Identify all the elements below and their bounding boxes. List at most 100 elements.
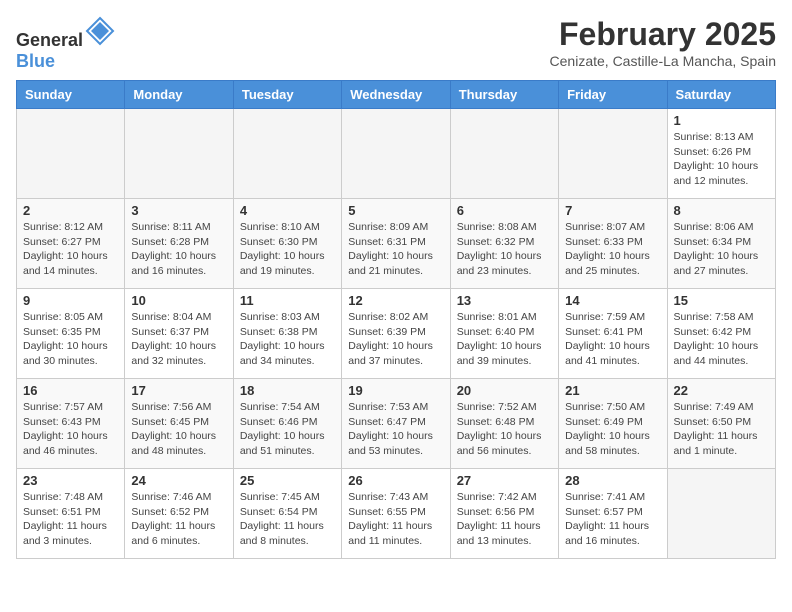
calendar-cell: 10Sunrise: 8:04 AM Sunset: 6:37 PM Dayli…: [125, 289, 233, 379]
day-info: Sunrise: 7:58 AM Sunset: 6:42 PM Dayligh…: [674, 310, 769, 369]
day-info: Sunrise: 8:10 AM Sunset: 6:30 PM Dayligh…: [240, 220, 335, 279]
calendar-cell: 6Sunrise: 8:08 AM Sunset: 6:32 PM Daylig…: [450, 199, 558, 289]
day-number: 1: [674, 113, 769, 128]
calendar-week-0: 1 Sunrise: 8:13 AM Sunset: 6:26 PM Daylig…: [17, 109, 776, 199]
calendar-header-friday: Friday: [559, 81, 667, 109]
calendar-cell: [17, 109, 125, 199]
calendar-week-4: 23 Sunrise: 7:48 AM Sunset: 6:51 PM Dayli…: [17, 469, 776, 559]
day-number: 4: [240, 203, 335, 218]
day-number: 12: [348, 293, 443, 308]
day-info: Sunrise: 7:53 AM Sunset: 6:47 PM Dayligh…: [348, 400, 443, 459]
calendar-cell: 15 Sunrise: 7:58 AM Sunset: 6:42 PM Dayli…: [667, 289, 775, 379]
calendar-cell: 26 Sunrise: 7:43 AM Sunset: 6:55 PM Dayli…: [342, 469, 450, 559]
page-header: General Blue February 2025 Cenizate, Cas…: [16, 16, 776, 72]
day-number: 28: [565, 473, 660, 488]
calendar-cell: [342, 109, 450, 199]
day-number: 9: [23, 293, 118, 308]
day-info: Sunrise: 7:54 AM Sunset: 6:46 PM Dayligh…: [240, 400, 335, 459]
day-number: 8: [674, 203, 769, 218]
day-number: 11: [240, 293, 335, 308]
logo-icon: [85, 16, 115, 46]
day-info: Sunrise: 8:12 AM Sunset: 6:27 PM Dayligh…: [23, 220, 118, 279]
calendar-cell: 20 Sunrise: 7:52 AM Sunset: 6:48 PM Dayli…: [450, 379, 558, 469]
day-info: Sunrise: 7:42 AM Sunset: 6:56 PM Dayligh…: [457, 490, 552, 549]
day-info: Sunrise: 7:43 AM Sunset: 6:55 PM Dayligh…: [348, 490, 443, 549]
calendar-cell: 12 Sunrise: 8:02 AM Sunset: 6:39 PM Dayli…: [342, 289, 450, 379]
day-number: 7: [565, 203, 660, 218]
day-info: Sunrise: 8:06 AM Sunset: 6:34 PM Dayligh…: [674, 220, 769, 279]
calendar-table: SundayMondayTuesdayWednesdayThursdayFrid…: [16, 80, 776, 559]
day-info: Sunrise: 8:13 AM Sunset: 6:26 PM Dayligh…: [674, 130, 769, 189]
day-number: 16: [23, 383, 118, 398]
day-info: Sunrise: 7:50 AM Sunset: 6:49 PM Dayligh…: [565, 400, 660, 459]
calendar-cell: 21Sunrise: 7:50 AM Sunset: 6:49 PM Dayli…: [559, 379, 667, 469]
calendar-cell: [125, 109, 233, 199]
logo-blue: Blue: [16, 51, 55, 71]
day-number: 19: [348, 383, 443, 398]
day-info: Sunrise: 7:46 AM Sunset: 6:52 PM Dayligh…: [131, 490, 226, 549]
day-number: 27: [457, 473, 552, 488]
day-info: Sunrise: 8:02 AM Sunset: 6:39 PM Dayligh…: [348, 310, 443, 369]
calendar-header-row: SundayMondayTuesdayWednesdayThursdayFrid…: [17, 81, 776, 109]
day-info: Sunrise: 7:57 AM Sunset: 6:43 PM Dayligh…: [23, 400, 118, 459]
day-number: 15: [674, 293, 769, 308]
calendar-cell: 27 Sunrise: 7:42 AM Sunset: 6:56 PM Dayli…: [450, 469, 558, 559]
calendar-header-monday: Monday: [125, 81, 233, 109]
calendar-cell: 22 Sunrise: 7:49 AM Sunset: 6:50 PM Dayli…: [667, 379, 775, 469]
day-number: 6: [457, 203, 552, 218]
calendar-cell: 24 Sunrise: 7:46 AM Sunset: 6:52 PM Dayli…: [125, 469, 233, 559]
day-number: 2: [23, 203, 118, 218]
day-number: 26: [348, 473, 443, 488]
calendar-header-wednesday: Wednesday: [342, 81, 450, 109]
calendar-cell: 25 Sunrise: 7:45 AM Sunset: 6:54 PM Dayli…: [233, 469, 341, 559]
calendar-cell: [559, 109, 667, 199]
day-info: Sunrise: 8:04 AM Sunset: 6:37 PM Dayligh…: [131, 310, 226, 369]
calendar-cell: [450, 109, 558, 199]
day-number: 3: [131, 203, 226, 218]
day-info: Sunrise: 8:03 AM Sunset: 6:38 PM Dayligh…: [240, 310, 335, 369]
calendar-cell: 17Sunrise: 7:56 AM Sunset: 6:45 PM Dayli…: [125, 379, 233, 469]
day-info: Sunrise: 8:07 AM Sunset: 6:33 PM Dayligh…: [565, 220, 660, 279]
logo-text: General Blue: [16, 16, 115, 72]
day-info: Sunrise: 7:41 AM Sunset: 6:57 PM Dayligh…: [565, 490, 660, 549]
calendar-cell: [667, 469, 775, 559]
calendar-header-thursday: Thursday: [450, 81, 558, 109]
day-info: Sunrise: 7:49 AM Sunset: 6:50 PM Dayligh…: [674, 400, 769, 459]
calendar-cell: 8 Sunrise: 8:06 AM Sunset: 6:34 PM Daylig…: [667, 199, 775, 289]
calendar-header-sunday: Sunday: [17, 81, 125, 109]
day-info: Sunrise: 7:59 AM Sunset: 6:41 PM Dayligh…: [565, 310, 660, 369]
day-info: Sunrise: 8:01 AM Sunset: 6:40 PM Dayligh…: [457, 310, 552, 369]
logo-general: General: [16, 30, 83, 50]
title-section: February 2025 Cenizate, Castille-La Manc…: [550, 16, 776, 69]
calendar-cell: 9 Sunrise: 8:05 AM Sunset: 6:35 PM Daylig…: [17, 289, 125, 379]
day-info: Sunrise: 7:48 AM Sunset: 6:51 PM Dayligh…: [23, 490, 118, 549]
logo: General Blue: [16, 16, 115, 72]
day-info: Sunrise: 8:05 AM Sunset: 6:35 PM Dayligh…: [23, 310, 118, 369]
day-number: 23: [23, 473, 118, 488]
day-number: 13: [457, 293, 552, 308]
calendar-cell: 16 Sunrise: 7:57 AM Sunset: 6:43 PM Dayli…: [17, 379, 125, 469]
calendar-week-2: 9 Sunrise: 8:05 AM Sunset: 6:35 PM Daylig…: [17, 289, 776, 379]
day-number: 24: [131, 473, 226, 488]
day-info: Sunrise: 7:56 AM Sunset: 6:45 PM Dayligh…: [131, 400, 226, 459]
calendar-header-tuesday: Tuesday: [233, 81, 341, 109]
calendar-cell: 19 Sunrise: 7:53 AM Sunset: 6:47 PM Dayli…: [342, 379, 450, 469]
calendar-cell: 5 Sunrise: 8:09 AM Sunset: 6:31 PM Daylig…: [342, 199, 450, 289]
calendar-cell: [233, 109, 341, 199]
day-info: Sunrise: 7:45 AM Sunset: 6:54 PM Dayligh…: [240, 490, 335, 549]
calendar-cell: 7 Sunrise: 8:07 AM Sunset: 6:33 PM Daylig…: [559, 199, 667, 289]
calendar-cell: 2 Sunrise: 8:12 AM Sunset: 6:27 PM Daylig…: [17, 199, 125, 289]
calendar-cell: 14Sunrise: 7:59 AM Sunset: 6:41 PM Dayli…: [559, 289, 667, 379]
calendar-week-3: 16 Sunrise: 7:57 AM Sunset: 6:43 PM Dayli…: [17, 379, 776, 469]
day-number: 5: [348, 203, 443, 218]
day-info: Sunrise: 8:09 AM Sunset: 6:31 PM Dayligh…: [348, 220, 443, 279]
day-number: 25: [240, 473, 335, 488]
calendar-header-saturday: Saturday: [667, 81, 775, 109]
calendar-cell: 11 Sunrise: 8:03 AM Sunset: 6:38 PM Dayli…: [233, 289, 341, 379]
calendar-cell: 4 Sunrise: 8:10 AM Sunset: 6:30 PM Daylig…: [233, 199, 341, 289]
day-number: 22: [674, 383, 769, 398]
day-info: Sunrise: 7:52 AM Sunset: 6:48 PM Dayligh…: [457, 400, 552, 459]
calendar-cell: 1 Sunrise: 8:13 AM Sunset: 6:26 PM Daylig…: [667, 109, 775, 199]
month-title: February 2025: [550, 16, 776, 53]
day-number: 20: [457, 383, 552, 398]
